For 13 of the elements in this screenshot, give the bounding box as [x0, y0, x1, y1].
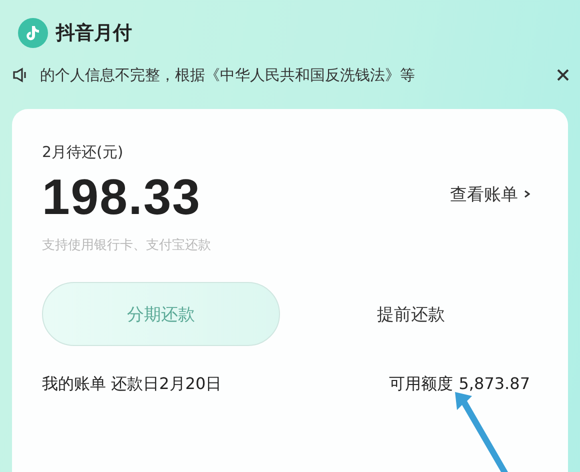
bill-due-date: 我的账单 还款日2月20日	[42, 374, 222, 395]
chevron-icon	[524, 190, 530, 198]
view-bill-link[interactable]: 查看账单	[450, 182, 530, 206]
app-title: 抖音月付	[56, 20, 132, 46]
credit-amount: 5,873.87	[458, 374, 530, 395]
prepay-button[interactable]: 提前还款	[292, 282, 530, 346]
due-label: 2月待还(元)	[42, 143, 124, 162]
notice-text: 的个人信息不完整，根据《中华人民共和国反洗钱法》等	[40, 66, 416, 84]
payment-hint: 支持使用银行卡、支付宝还款	[42, 237, 212, 254]
music-note-icon	[18, 18, 48, 48]
amount-due: 198.33	[42, 168, 201, 226]
close-icon[interactable]	[556, 68, 570, 82]
credit-label: 可用额度	[388, 374, 453, 395]
